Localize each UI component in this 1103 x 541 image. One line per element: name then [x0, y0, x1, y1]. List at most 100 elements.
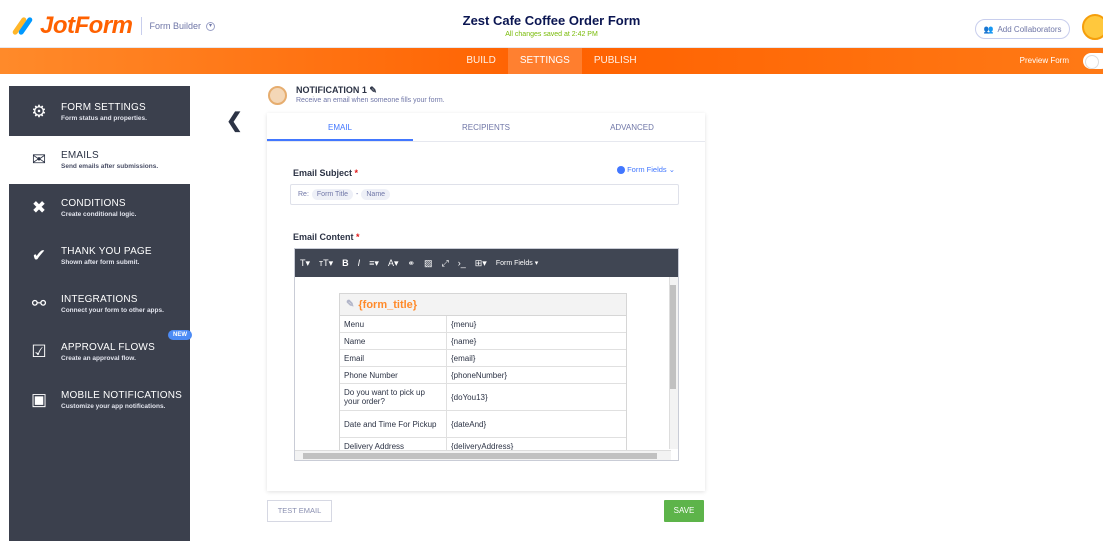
email-content-editor[interactable]: T▾ ᴛT▾ B I ≡▾ A▾ ⚭ ▨ ⤢ ›_ ⊞▾ Form Fields… [294, 248, 679, 461]
tab-email[interactable]: EMAIL [267, 113, 413, 141]
pencil-icon: ✎ [346, 299, 355, 310]
italic-icon[interactable]: I [358, 258, 361, 268]
row-value: {email} [451, 353, 476, 363]
notification-title-text: NOTIFICATION 1 [296, 85, 367, 95]
table-row: Name {name} [340, 333, 626, 350]
editor-toolbar: T▾ ᴛT▾ B I ≡▾ A▾ ⚭ ▨ ⤢ ›_ ⊞▾ Form Fields… [295, 249, 678, 277]
sidebar-item-label: EMAILS [61, 150, 99, 161]
email-content-label-text: Email Content [293, 232, 354, 242]
row-value: {dateAnd} [451, 419, 487, 429]
tab-settings[interactable]: SETTINGS [507, 48, 582, 74]
bold-icon[interactable]: B [342, 258, 349, 268]
link-icon: ⚯ [31, 294, 47, 313]
sidebar-item-desc: Create an approval flow. [61, 355, 136, 362]
email-table-title: {form_title} [358, 298, 418, 311]
code-icon[interactable]: ›_ [458, 258, 466, 268]
sidebar-item-approval-flows[interactable]: ☑ APPROVAL FLOWS Create an approval flow… [9, 328, 192, 376]
check-circle-icon: ✔ [31, 246, 47, 265]
sidebar-item-label: APPROVAL FLOWS [61, 342, 155, 353]
email-table: ✎ {form_title} Menu {menu} Name {name} Ema… [339, 293, 627, 456]
sidebar-item-label: THANK YOU PAGE [61, 246, 152, 257]
form-fields-dropdown[interactable]: Form Fields ⌄ [617, 165, 676, 175]
horizontal-scrollbar[interactable] [295, 450, 671, 460]
table-row: Date and Time For Pickup {dateAnd} [340, 411, 626, 438]
tools-icon: ✖ [31, 198, 47, 217]
settings-sidebar: ⚙ FORM SETTINGS Form status and properti… [9, 86, 192, 541]
sidebar-item-emails[interactable]: ✉ EMAILS Send emails after submissions. [9, 136, 190, 184]
scroll-thumb[interactable] [303, 453, 657, 459]
sidebar-item-thank-you-page[interactable]: ✔ THANK YOU PAGE Shown after form submit… [9, 232, 190, 280]
table-row: Do you want to pick up your order? {doYou… [340, 384, 626, 411]
sidebar-item-mobile-notifications[interactable]: ▣ MOBILE NOTIFICATIONS Customize your ap… [9, 376, 190, 424]
row-label: Email [340, 350, 447, 366]
notification-subtitle: Receive an email when someone fills your… [296, 97, 445, 104]
back-arrow-icon[interactable]: ❮ [226, 108, 243, 133]
font-size-icon[interactable]: ᴛT▾ [319, 258, 333, 269]
email-content-label: Email Content * [293, 232, 360, 242]
form-fields-icon [617, 166, 625, 175]
tab-publish[interactable]: PUBLISH [582, 48, 649, 74]
text-style-icon[interactable]: T▾ [300, 258, 310, 269]
row-label: Name [340, 333, 447, 349]
gear-icon: ⚙ [31, 102, 47, 121]
sidebar-item-desc: Connect your form to other apps. [61, 307, 164, 314]
save-status: All changes saved at 2:42 PM [505, 31, 598, 38]
approval-icon: ☑ [31, 342, 47, 361]
row-value: {doYou13} [451, 392, 488, 402]
email-tabs: EMAIL RECIPIENTS ADVANCED [267, 113, 705, 142]
email-table-header: ✎ {form_title} [340, 294, 626, 316]
sidebar-item-desc: Shown after form submit. [61, 259, 140, 266]
text-color-icon[interactable]: A▾ [388, 258, 399, 269]
nav-bar: BUILD SETTINGS PUBLISH Preview Form [0, 48, 1103, 74]
sidebar-item-label: INTEGRATIONS [61, 294, 138, 305]
vertical-scrollbar[interactable] [669, 277, 678, 449]
sidebar-item-label: CONDITIONS [61, 198, 126, 209]
notification-title[interactable]: NOTIFICATION 1 ✎ [296, 85, 377, 96]
subject-chip-form-title[interactable]: Form Title [311, 189, 354, 200]
top-bar: JotForm Form Builder ▾ Zest Cafe Coffee … [0, 0, 1103, 48]
subject-prefix: Re: [298, 191, 309, 198]
fullscreen-icon[interactable]: ⤢ [442, 258, 449, 269]
form-title[interactable]: Zest Cafe Coffee Order Form [0, 13, 1103, 28]
test-email-button[interactable]: TEST EMAIL [267, 500, 332, 522]
subject-separator: - [356, 191, 359, 198]
row-value: {menu} [451, 319, 477, 329]
add-collaborators-label: Add Collaborators [997, 24, 1062, 34]
sidebar-item-desc: Create conditional logic. [61, 211, 137, 218]
row-label: Menu [340, 316, 447, 332]
table-row: Email {email} [340, 350, 626, 367]
toolbar-form-fields[interactable]: Form Fields ▾ [496, 259, 538, 267]
row-label: Do you want to pick up your order? [340, 384, 447, 410]
pencil-icon[interactable]: ✎ [369, 85, 377, 95]
tab-build[interactable]: BUILD [454, 48, 507, 74]
form-fields-label: Form Fields [627, 165, 667, 174]
image-icon[interactable]: ▨ [424, 258, 433, 269]
chevron-down-icon: ⌄ [668, 165, 676, 174]
avatar[interactable] [1082, 14, 1103, 40]
email-subject-label-text: Email Subject [293, 168, 353, 178]
sidebar-item-integrations[interactable]: ⚯ INTEGRATIONS Connect your form to othe… [9, 280, 190, 328]
toolbar-form-fields-label: Form Fields [495, 260, 533, 267]
row-value: {phoneNumber} [451, 370, 508, 380]
add-collaborators-button[interactable]: 👥 Add Collaborators [975, 19, 1070, 39]
sidebar-item-conditions[interactable]: ✖ CONDITIONS Create conditional logic. [9, 184, 190, 232]
email-settings-card: EMAIL RECIPIENTS ADVANCED Email Subject … [267, 113, 705, 491]
notification-icon [268, 86, 287, 105]
table-icon[interactable]: ⊞▾ [475, 258, 487, 269]
tab-advanced[interactable]: ADVANCED [559, 113, 705, 141]
save-button[interactable]: SAVE [664, 500, 704, 522]
preview-form-label[interactable]: Preview Form [1020, 48, 1069, 74]
editor-content-area[interactable]: ✎ {form_title} Menu {menu} Name {name} Ema… [295, 277, 678, 460]
scroll-thumb[interactable] [670, 285, 676, 389]
link-icon[interactable]: ⚭ [407, 258, 415, 269]
envelope-icon: ✉ [31, 150, 47, 169]
preview-toggle[interactable] [1083, 53, 1103, 69]
sidebar-item-label: MOBILE NOTIFICATIONS [61, 390, 183, 401]
sidebar-item-label: FORM SETTINGS [61, 102, 146, 113]
tab-recipients[interactable]: RECIPIENTS [413, 113, 559, 141]
align-icon[interactable]: ≡▾ [369, 258, 379, 269]
row-label: Phone Number [340, 367, 447, 383]
sidebar-item-form-settings[interactable]: ⚙ FORM SETTINGS Form status and properti… [9, 88, 190, 136]
subject-chip-name[interactable]: Name [361, 189, 391, 200]
email-subject-input[interactable]: Re: Form Title - Name [290, 184, 679, 205]
